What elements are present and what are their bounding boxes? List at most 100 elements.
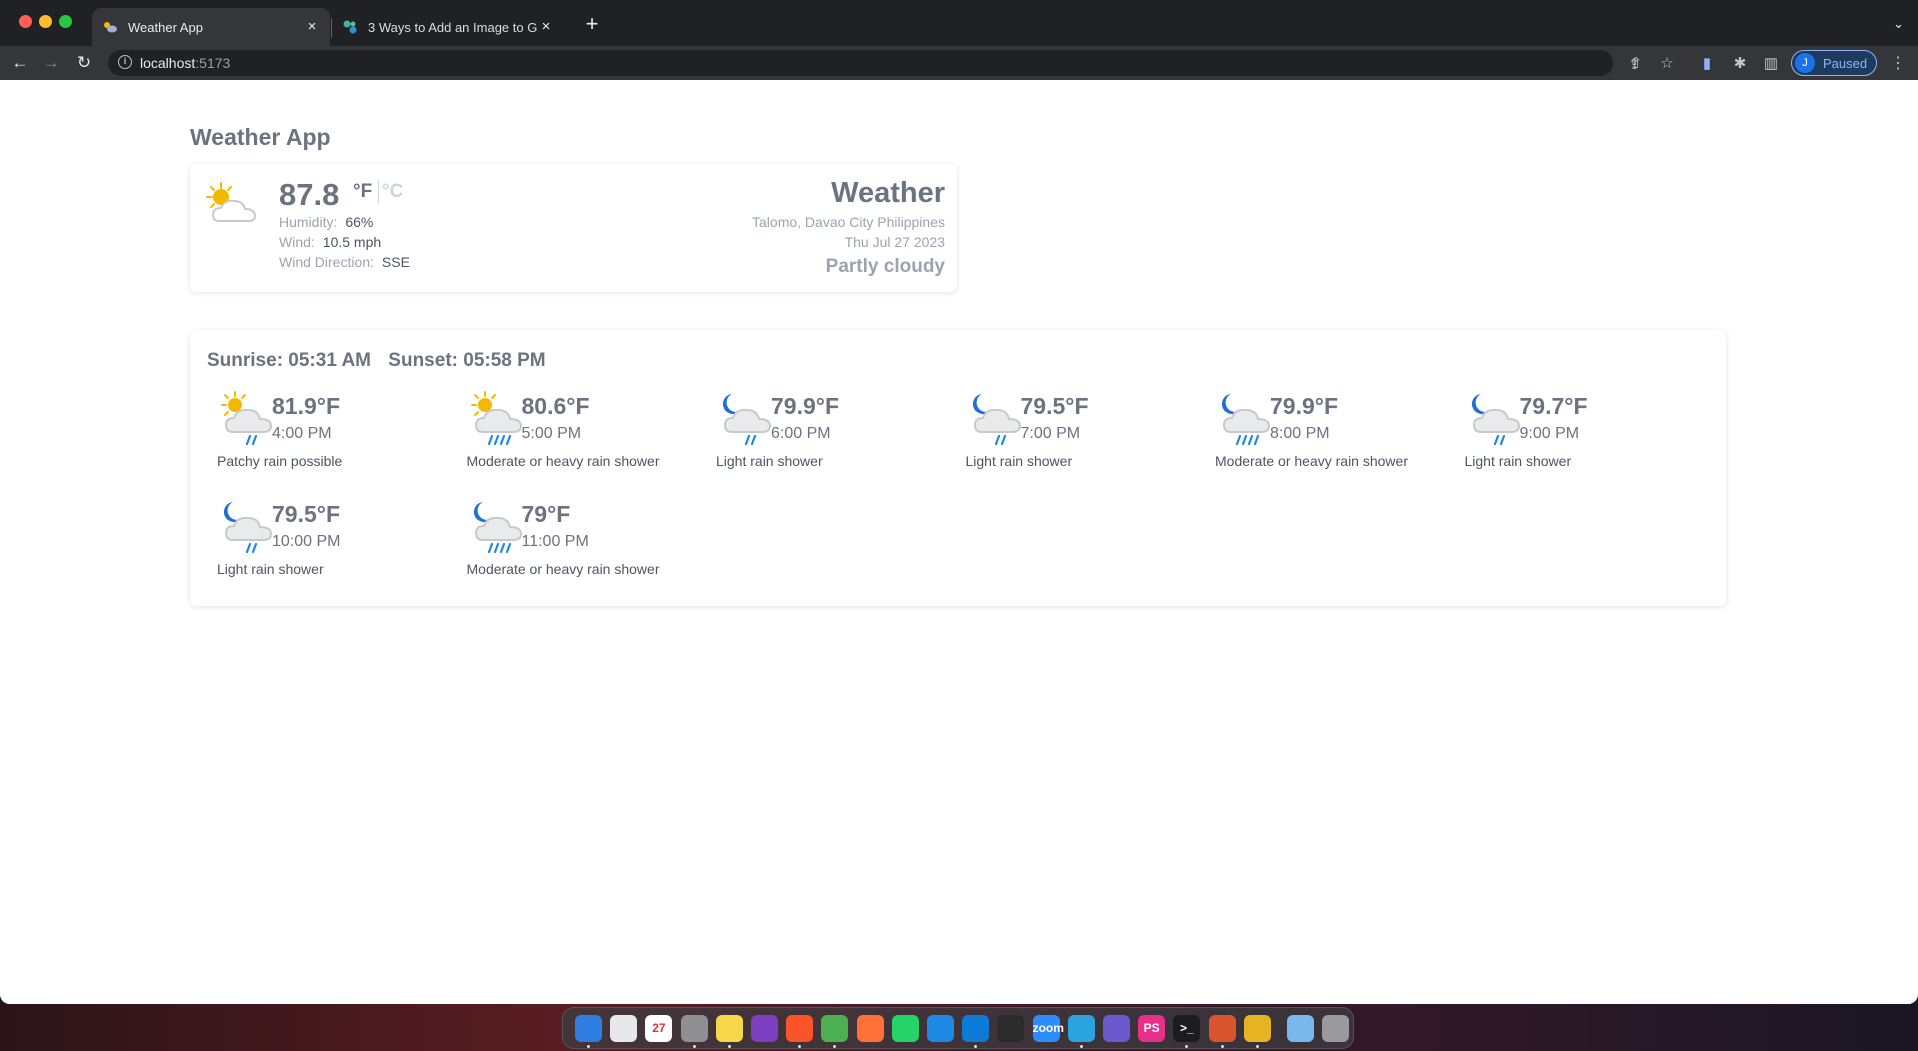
forward-arrow-icon[interactable]: → — [39, 52, 63, 74]
running-indicator — [692, 1045, 696, 1048]
running-indicator — [833, 1045, 837, 1048]
hourly-forecast-item: 79.9°F 8:00 PM Moderate or heavy rain show… — [1205, 390, 1445, 480]
date-text: Thu Jul 27 2023 — [844, 234, 945, 250]
sun-times: Sunrise: 05:31 AM Sunset: 05:58 PM — [207, 350, 558, 372]
wind-direction-label: Wind Direction: — [279, 254, 374, 270]
phpstorm-icon[interactable]: PS — [1138, 1015, 1166, 1042]
trash-icon[interactable] — [1322, 1015, 1350, 1042]
tab-search-chevron-icon[interactable]: ⌄ — [1893, 16, 1904, 32]
firefox-icon[interactable] — [856, 1015, 884, 1042]
brave-icon[interactable] — [786, 1015, 814, 1042]
macos-dock: 27 zoom PS >_ — [562, 1007, 1354, 1049]
telegram-icon[interactable] — [1067, 1015, 1095, 1042]
wind-value: 10.5 mph — [322, 234, 382, 250]
app-icon[interactable] — [1208, 1015, 1236, 1042]
hour-temperature: 79.5°F — [272, 501, 341, 527]
hour-time: 4:00 PM — [272, 425, 332, 442]
fullscreen-window-button[interactable] — [59, 15, 72, 28]
hour-temperature: 79.5°F — [1020, 393, 1089, 419]
running-indicator — [727, 1045, 731, 1048]
wind-direction-row: Wind Direction: SSE — [279, 254, 410, 270]
profile-button[interactable]: J Paused — [1791, 50, 1877, 76]
running-indicator — [1185, 1045, 1189, 1048]
hourly-forecast-item: 79.5°F 7:00 PM Light rain shower — [956, 390, 1196, 480]
page-content: Weather App 87.8 °F °C Humidity: 66% Wind… — [0, 80, 1918, 1004]
layers-icon[interactable] — [1103, 1015, 1130, 1042]
location-text: Talomo, Davao City Philippines — [752, 214, 945, 230]
humidity-label: Humidity: — [279, 214, 338, 230]
launchpad-icon[interactable] — [610, 1015, 638, 1042]
close-window-button[interactable] — [19, 15, 32, 28]
hourly-forecast-card: Sunrise: 05:31 AM Sunset: 05:58 PM 81.9°… — [190, 330, 1726, 606]
wind-row: Wind: 10.5 mph — [279, 234, 381, 250]
browser-window: Weather App × 3 Ways to Add an Image to … — [0, 0, 1918, 1004]
avatar: J — [1795, 53, 1815, 73]
onenote-icon[interactable] — [751, 1015, 778, 1042]
address-url: localhost:5173 — [140, 55, 230, 71]
hour-temperature: 79.7°F — [1519, 393, 1588, 419]
profile-status: Paused — [1823, 55, 1868, 71]
browser-toolbar: ← → ↻ i localhost:5173 ⇪ ⇧ ☆ ▮ ✱ ▥ J Pau… — [0, 46, 1918, 80]
terminal-icon[interactable]: >_ — [1173, 1015, 1201, 1042]
tab-title: 3 Ways to Add an Image to GitHub — [368, 19, 538, 35]
bookmark-star-icon[interactable]: ☆ — [1658, 54, 1676, 72]
hourly-forecast-item: 79.7°F 9:00 PM Light rain shower — [1455, 390, 1695, 480]
reload-icon[interactable]: ↻ — [72, 52, 96, 74]
weather-favicon-icon — [102, 19, 118, 35]
hour-time: 6:00 PM — [771, 425, 831, 442]
url-host: localhost — [140, 55, 196, 71]
hour-temperature: 79.9°F — [771, 393, 840, 419]
celsius-toggle[interactable]: °C — [382, 181, 403, 203]
site-info-icon[interactable]: i — [118, 55, 132, 69]
running-indicator — [1220, 1045, 1224, 1048]
chrome-icon[interactable] — [821, 1015, 849, 1042]
side-panel-icon[interactable]: ▥ — [1762, 54, 1780, 72]
wind-direction-value: SSE — [381, 254, 410, 270]
tab-github-article[interactable]: 3 Ways to Add an Image to GitHub × — [332, 8, 564, 46]
fahrenheit-toggle[interactable]: °F — [353, 181, 380, 203]
hour-condition: Moderate or heavy rain shower — [466, 561, 660, 577]
back-arrow-icon[interactable]: ← — [8, 52, 32, 74]
sunrise-text: Sunrise: 05:31 AM — [207, 350, 372, 371]
humidity-value: 66% — [345, 214, 374, 230]
address-bar[interactable]: i localhost:5173 ⇪ — [108, 50, 1641, 76]
more-menu-icon[interactable]: ⋮ — [1890, 53, 1906, 73]
weather-icon[interactable] — [1287, 1015, 1314, 1042]
hour-temperature: 81.9°F — [272, 393, 341, 419]
vscode-icon[interactable] — [962, 1015, 990, 1042]
weather-heading: Weather — [831, 177, 945, 209]
share-page-icon[interactable]: ⇧ — [1627, 54, 1645, 72]
new-tab-icon[interactable]: + — [580, 13, 604, 37]
notes-icon[interactable] — [715, 1015, 743, 1042]
hour-temperature: 79°F — [521, 501, 571, 527]
activity-monitor-icon[interactable] — [997, 1015, 1025, 1042]
humidity-row: Humidity: 66% — [279, 214, 373, 230]
current-temperature: 87.8 — [279, 177, 340, 212]
running-indicator — [587, 1045, 590, 1048]
hourly-forecast-item: 80.6°F 5:00 PM Moderate or heavy rain show… — [457, 390, 697, 480]
extension-bookmark-icon[interactable]: ▮ — [1698, 54, 1716, 72]
finder-icon[interactable] — [575, 1015, 602, 1042]
whatsapp-icon[interactable] — [891, 1015, 919, 1042]
calendar-icon[interactable]: 27 — [645, 1015, 673, 1042]
maps-icon[interactable] — [927, 1015, 954, 1042]
current-weather-card: 87.8 °F °C Humidity: 66% Wind: 10.5 mph Wi… — [190, 164, 957, 292]
zoom-icon[interactable]: zoom — [1032, 1015, 1064, 1042]
hour-time: 11:00 PM — [521, 533, 589, 550]
system-settings-icon[interactable] — [680, 1015, 708, 1042]
close-tab-icon[interactable]: × — [538, 19, 554, 35]
hourly-forecast-item: 81.9°F 4:00 PM Patchy rain possible — [207, 390, 447, 480]
hour-condition: Light rain shower — [217, 561, 324, 577]
tab-weather-app[interactable]: Weather App × — [92, 8, 330, 46]
running-indicator — [798, 1045, 802, 1048]
hour-temperature: 80.6°F — [521, 393, 590, 419]
hour-condition: Patchy rain possible — [217, 453, 343, 469]
extensions-puzzle-icon[interactable]: ✱ — [1731, 54, 1749, 72]
close-tab-icon[interactable]: × — [304, 19, 320, 35]
minimize-window-button[interactable] — [39, 15, 52, 28]
tab-title: Weather App — [128, 19, 203, 35]
article-favicon-icon — [342, 19, 358, 35]
hour-time: 5:00 PM — [521, 425, 582, 442]
hour-condition: Moderate or heavy rain shower — [466, 453, 660, 469]
stack-icon[interactable] — [1243, 1015, 1271, 1042]
